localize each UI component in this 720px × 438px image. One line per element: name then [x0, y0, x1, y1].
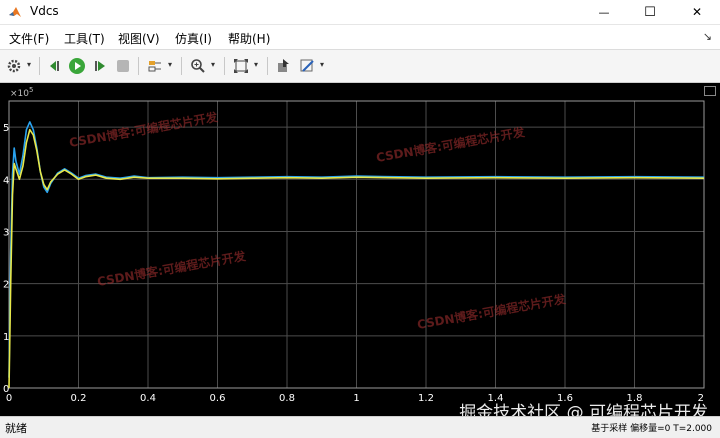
axis-ticks: 0 0.2 0.4 0.6 0.8 1 1.2 1.4 1.6 1.8 2012345 — [3, 123, 704, 404]
matlab-logo-icon — [9, 7, 21, 17]
rewind-button[interactable] — [46, 57, 64, 75]
status-ready-text: 就绪 — [5, 422, 27, 435]
step-forward-button[interactable] — [91, 57, 109, 75]
stop-button[interactable] — [114, 57, 132, 75]
x-tick-label: 0.6 — [210, 393, 226, 404]
minimize-button[interactable]: — — [581, 0, 627, 24]
maximize-icon: ☐ — [644, 4, 656, 20]
grid-lines — [9, 101, 704, 388]
highlight-icon — [300, 59, 314, 72]
exponent-label: ×105 — [10, 86, 33, 99]
step-forward-icon — [95, 61, 105, 71]
zoom-button[interactable] — [189, 57, 207, 75]
run-icon — [69, 58, 85, 74]
settings-dropdown-icon[interactable]: ▾ — [27, 60, 31, 69]
toolbar-separator — [224, 57, 225, 75]
close-button[interactable]: ✕ — [674, 0, 720, 24]
signal-select-button[interactable] — [146, 57, 164, 75]
maximize-button[interactable]: ☐ — [627, 0, 673, 24]
menu-view[interactable]: 视图(V) — [118, 30, 160, 47]
rewind-icon — [50, 61, 59, 71]
title-bar: Vdcs — ☐ ✕ — [0, 0, 720, 25]
stop-icon — [117, 60, 129, 72]
cursor-button[interactable] — [275, 57, 293, 75]
toolbar-separator — [138, 57, 139, 75]
x-tick-label: 0.4 — [140, 393, 156, 404]
menu-file[interactable]: 文件(F) — [9, 30, 49, 47]
watermark-text: CSDN博客:可编程芯片开发 — [96, 248, 248, 289]
toolbar-separator — [39, 57, 40, 75]
minimize-icon: — — [598, 5, 610, 19]
settings-button[interactable] — [5, 57, 23, 75]
fit-view-button[interactable] — [232, 57, 250, 75]
y-tick-label: 2 — [3, 280, 9, 291]
toolbar-separator — [267, 57, 268, 75]
toolbar-separator — [181, 57, 182, 75]
x-tick-label: 0.2 — [71, 393, 87, 404]
y-tick-label: 1 — [3, 332, 9, 343]
y-tick-label: 5 — [3, 123, 9, 134]
y-tick-label: 3 — [3, 227, 9, 238]
toolbar: ▾ ▾ ▾ ▾ ▾ — [0, 50, 720, 83]
zoom-icon — [191, 59, 205, 73]
run-button[interactable] — [68, 57, 86, 75]
x-tick-label: 1 — [353, 393, 359, 404]
status-bar: 就绪 基于采样 偏移量=0 T=2.000 — [0, 416, 720, 438]
watermark-text: CSDN博客:可编程芯片开发 — [416, 291, 568, 332]
menu-tools[interactable]: 工具(T) — [64, 30, 105, 47]
x-tick-label: 1.2 — [418, 393, 434, 404]
signal-select-dropdown-icon[interactable]: ▾ — [168, 60, 172, 69]
watermark-text: CSDN博客:可编程芯片开发 — [68, 109, 220, 150]
gear-icon — [7, 59, 21, 73]
watermark-text: CSDN博客:可编程芯片开发 — [375, 124, 527, 165]
line-chart[interactable]: 0 0.2 0.4 0.6 0.8 1 1.2 1.4 1.6 1.8 2012345 ×105 C… — [0, 83, 720, 416]
x-tick-label: 0.8 — [279, 393, 295, 404]
signal-select-icon — [148, 61, 161, 72]
menu-help[interactable]: 帮助(H) — [228, 30, 270, 47]
fit-view-dropdown-icon[interactable]: ▾ — [254, 60, 258, 69]
highlight-dropdown-icon[interactable]: ▾ — [320, 60, 324, 69]
y-tick-label: 4 — [3, 175, 9, 186]
fit-view-icon — [234, 59, 248, 73]
zoom-dropdown-icon[interactable]: ▾ — [211, 60, 215, 69]
close-icon: ✕ — [691, 5, 703, 19]
menu-overflow-icon[interactable]: ↘ — [703, 30, 712, 43]
cursor-icon — [278, 59, 289, 72]
highlight-button[interactable] — [298, 57, 316, 75]
watermark-group: CSDN博客:可编程芯片开发 CSDN博客:可编程芯片开发 CSDN博客:可编程… — [68, 109, 568, 332]
scope-plot-area[interactable]: 0 0.2 0.4 0.6 0.8 1 1.2 1.4 1.6 1.8 2 0 1 2 3 4 5 ×105 C… — [0, 83, 720, 416]
status-sample-info: 基于采样 偏移量=0 T=2.000 — [591, 424, 712, 434]
menu-simulation[interactable]: 仿真(I) — [175, 30, 212, 47]
menu-bar: 文件(F) 工具(T) 视图(V) 仿真(I) 帮助(H) ↘ — [0, 25, 720, 50]
window-title: Vdcs — [30, 4, 59, 18]
